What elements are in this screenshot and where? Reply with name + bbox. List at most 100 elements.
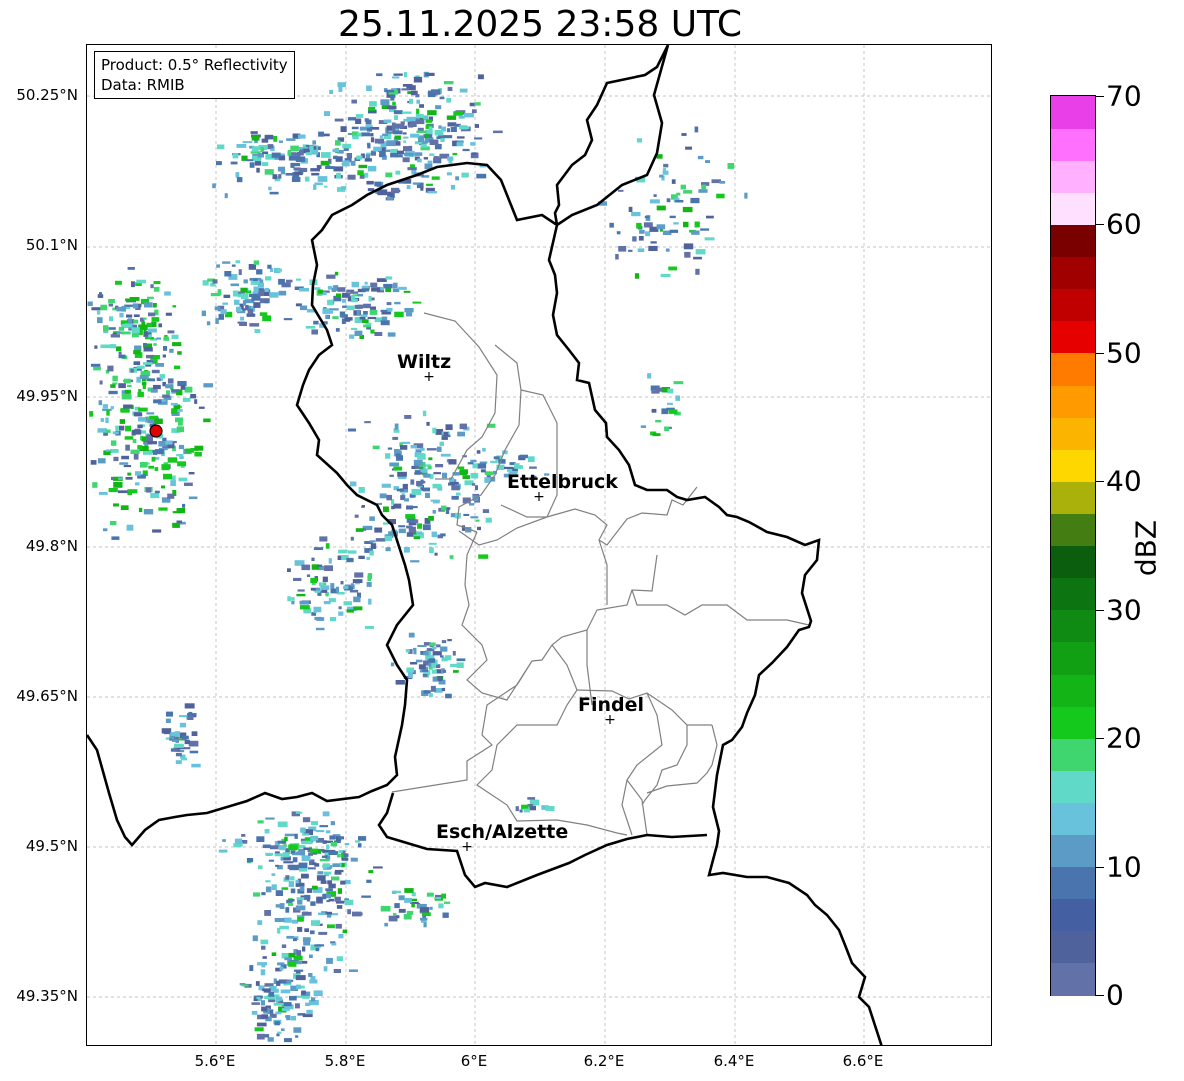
- radar-echo-cell: [121, 455, 129, 460]
- radar-echo-cell: [150, 492, 160, 499]
- radar-echo-cell: [149, 415, 159, 420]
- radar-echo-cell: [269, 845, 279, 850]
- radar-echo-cell: [299, 287, 309, 292]
- radar-echo-cell: [217, 144, 225, 150]
- radar-echo-cell: [119, 312, 124, 318]
- radar-echo-cell: [427, 110, 437, 116]
- radar-echo-cell: [301, 873, 309, 879]
- radar-echo-cell: [479, 461, 488, 464]
- radar-echo-cell: [247, 308, 254, 315]
- radar-echo-cell: [181, 757, 187, 761]
- radar-echo-cell: [133, 412, 143, 417]
- radar-echo-cell: [330, 583, 335, 589]
- radar-echo-cell: [302, 833, 310, 836]
- radar-echo-cell: [390, 148, 398, 153]
- radar-echo-cell: [471, 483, 475, 486]
- radar-echo-cell: [117, 490, 128, 494]
- radar-echo-cell: [429, 139, 439, 145]
- radar-echo-cell: [370, 133, 374, 137]
- radar-echo-cell: [317, 564, 323, 567]
- radar-echo-cell: [107, 365, 114, 372]
- radar-echo-cell: [403, 72, 408, 78]
- radar-echo-cell: [123, 465, 132, 468]
- radar-echo-cell: [301, 840, 312, 845]
- radar-echo-cell: [442, 669, 447, 673]
- radar-echo-cell: [648, 245, 658, 251]
- colorbar-tick: [1096, 224, 1104, 226]
- radar-echo-cell: [320, 160, 330, 166]
- radar-echo-cell: [150, 284, 154, 289]
- radar-echo-cell: [337, 888, 342, 894]
- radar-echo-cell: [283, 861, 294, 864]
- radar-echo-cell: [451, 495, 459, 500]
- radar-echo-cell: [273, 135, 278, 142]
- radar-echo-cell: [90, 363, 101, 367]
- colorbar-segment: [1051, 256, 1095, 290]
- radar-echo-cell: [379, 150, 386, 157]
- radar-echo-cell: [310, 821, 319, 825]
- colorbar-unit-label: dBZ: [1129, 519, 1163, 577]
- radar-echo-cell: [347, 174, 356, 180]
- radar-echo-cell: [322, 576, 328, 583]
- radar-echo-cell: [382, 133, 388, 136]
- radar-echo-cell: [428, 542, 437, 545]
- radar-echo-cell: [166, 390, 171, 395]
- radar-echo-cell: [432, 509, 436, 514]
- city-marker-wiltz: +: [423, 369, 435, 385]
- radar-echo-cell: [365, 125, 373, 128]
- radar-echo-cell: [148, 312, 156, 317]
- radar-echo-cell: [374, 527, 383, 533]
- radar-echo-cell: [267, 144, 274, 149]
- radar-echo-cell: [391, 76, 400, 79]
- radar-echo-cell: [314, 944, 324, 947]
- radar-echo-cell: [409, 164, 415, 168]
- radar-echo-cell: [356, 155, 363, 160]
- radar-echo-cell: [151, 456, 156, 462]
- colorbar-segment: [1051, 96, 1095, 129]
- radar-echo-cell: [401, 441, 411, 444]
- radar-echo-cell: [364, 158, 372, 162]
- radar-echo-cell: [281, 887, 289, 890]
- radar-echo-cell: [187, 713, 197, 716]
- radar-echo-cell: [90, 460, 97, 465]
- radar-echo-cell: [403, 140, 407, 143]
- radar-echo-cell: [462, 148, 470, 152]
- radar-echo-cell: [214, 306, 221, 311]
- radar-echo-cell: [673, 222, 679, 225]
- colorbar: [1050, 95, 1096, 996]
- radar-echo-cell: [391, 505, 395, 510]
- radar-echo-cell: [328, 883, 336, 889]
- radar-echo-cell: [184, 739, 190, 745]
- radar-echo-cell: [419, 104, 424, 108]
- radar-echo-cell: [347, 117, 356, 121]
- radar-echo-cell: [222, 302, 228, 305]
- radar-echo-cell: [443, 432, 449, 437]
- radar-map[interactable]: [86, 44, 992, 1046]
- radar-echo-cell: [301, 911, 312, 916]
- radar-echo-cell: [693, 256, 702, 260]
- radar-echo-cell: [459, 88, 468, 93]
- radar-echo-cell: [368, 107, 376, 111]
- radar-echo-cell: [326, 844, 330, 849]
- radar-echo-cell: [667, 388, 674, 394]
- radar-echo-cell: [170, 402, 178, 406]
- colorbar-segment: [1051, 962, 1095, 996]
- radar-echo-cell: [470, 142, 476, 146]
- radar-echo-cell: [261, 1014, 269, 1019]
- radar-echo-cell: [306, 574, 311, 577]
- radar-echo-cell: [310, 901, 316, 906]
- radar-echo-cell: [391, 890, 397, 894]
- radar-echo-cell: [131, 281, 135, 288]
- radar-echo-cell: [153, 399, 162, 404]
- radar-echo-cell: [387, 447, 393, 450]
- radar-echo-cell: [272, 174, 278, 180]
- radar-echo-cell: [527, 797, 536, 800]
- radar-echo-cell: [669, 229, 679, 233]
- radar-echo-cell: [413, 459, 423, 466]
- radar-echo-cell: [434, 552, 438, 556]
- radar-echo-cell: [289, 864, 298, 871]
- radar-echo-cell: [380, 320, 390, 326]
- radar-echo-cell: [153, 343, 157, 346]
- colorbar-segment: [1051, 513, 1095, 547]
- radar-echo-cell: [175, 760, 182, 765]
